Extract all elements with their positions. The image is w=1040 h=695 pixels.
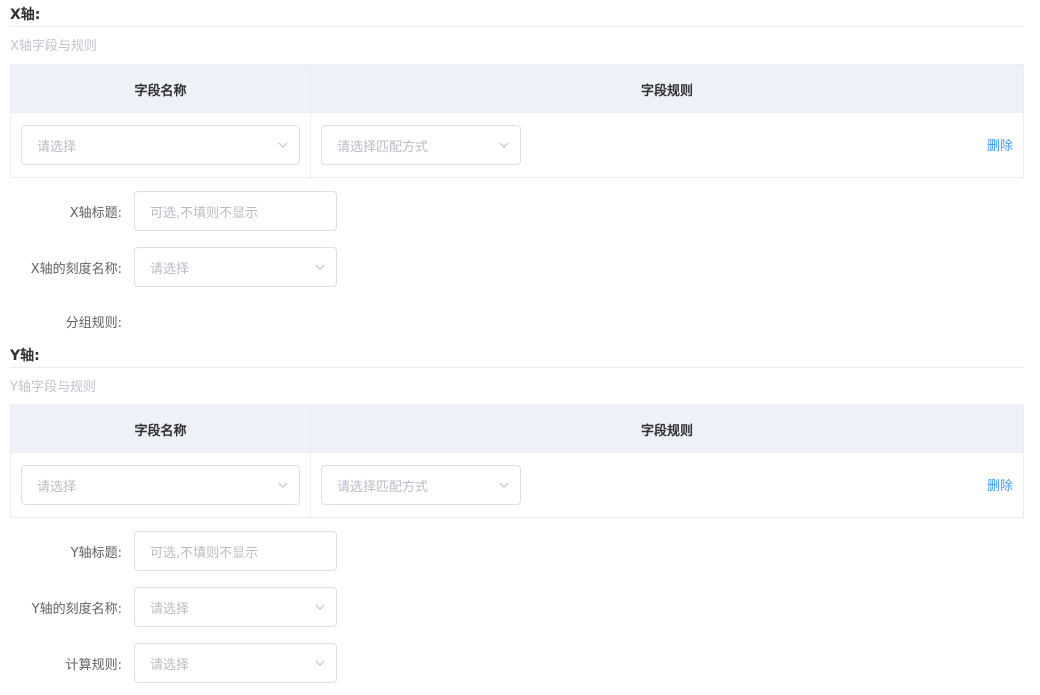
- match-rule-select[interactable]: 请选择匹配方式: [321, 125, 521, 165]
- group-rule-label: 分组规则:: [65, 316, 122, 331]
- column-header-field-name: 字段名称: [11, 405, 311, 453]
- x-axis-title-label: X轴标题:: [69, 206, 122, 221]
- match-rule-select-placeholder: 请选择匹配方式: [337, 139, 429, 155]
- chevron-down-icon: [315, 604, 325, 610]
- calc-rule-select[interactable]: 请选择: [134, 643, 337, 683]
- table-header: 字段名称 字段规则: [11, 405, 1023, 453]
- y-axis-tick-name-select[interactable]: 请选择: [134, 587, 337, 627]
- column-header-field-rule: 字段规则: [640, 83, 693, 99]
- field-name-select[interactable]: 请选择: [21, 125, 300, 165]
- column-header-field-rule: 字段规则: [640, 423, 693, 439]
- delete-row-link[interactable]: 删除: [987, 135, 1013, 154]
- x-axis-field-table: 字段名称 字段规则 请选择 请选择匹配方式 删除: [10, 64, 1024, 178]
- delete-row-link[interactable]: 删除: [987, 475, 1013, 494]
- chevron-down-icon: [315, 660, 325, 666]
- y-axis-subtitle: Y轴字段与规则: [10, 380, 96, 395]
- y-axis-divider: [10, 367, 1024, 368]
- field-name-select-placeholder: 请选择: [37, 479, 77, 495]
- chevron-down-icon: [278, 482, 288, 488]
- table-row: 请选择 请选择匹配方式 删除: [11, 113, 1023, 177]
- chevron-down-icon: [315, 264, 325, 270]
- match-rule-select[interactable]: 请选择匹配方式: [321, 465, 521, 505]
- table-row: 请选择 请选择匹配方式 删除: [11, 453, 1023, 517]
- match-rule-select-placeholder: 请选择匹配方式: [337, 479, 429, 495]
- chevron-down-icon: [278, 142, 288, 148]
- table-header: 字段名称 字段规则: [11, 65, 1023, 113]
- y-axis-title: Y轴:: [10, 348, 40, 364]
- field-name-select-placeholder: 请选择: [37, 139, 77, 155]
- y-axis-title-input[interactable]: 可选,不填则不显示: [134, 531, 337, 571]
- x-axis-tick-name-select[interactable]: 请选择: [134, 247, 337, 287]
- calc-rule-label: 计算规则:: [65, 658, 122, 673]
- chevron-down-icon: [499, 482, 509, 488]
- y-axis-title-input-placeholder: 可选,不填则不显示: [150, 545, 259, 561]
- field-name-select[interactable]: 请选择: [21, 465, 300, 505]
- column-divider: [310, 453, 311, 517]
- calc-rule-select-placeholder: 请选择: [150, 657, 190, 673]
- y-axis-field-table: 字段名称 字段规则 请选择 请选择匹配方式 删除: [10, 404, 1024, 518]
- y-axis-tick-name-label: Y轴的刻度名称:: [31, 602, 122, 617]
- y-axis-title-label: Y轴标题:: [70, 546, 122, 561]
- x-axis-divider: [10, 26, 1024, 27]
- x-axis-tick-name-label: X轴的刻度名称:: [30, 262, 122, 277]
- x-axis-subtitle: X轴字段与规则: [10, 39, 97, 54]
- y-axis-tick-name-select-placeholder: 请选择: [150, 601, 190, 617]
- x-axis-title-input-placeholder: 可选,不填则不显示: [150, 205, 259, 221]
- chevron-down-icon: [499, 142, 509, 148]
- column-header-field-name: 字段名称: [11, 65, 311, 113]
- column-divider: [310, 113, 311, 177]
- x-axis-tick-name-select-placeholder: 请选择: [150, 261, 190, 277]
- x-axis-title: X轴:: [10, 7, 41, 23]
- x-axis-title-input[interactable]: 可选,不填则不显示: [134, 191, 337, 231]
